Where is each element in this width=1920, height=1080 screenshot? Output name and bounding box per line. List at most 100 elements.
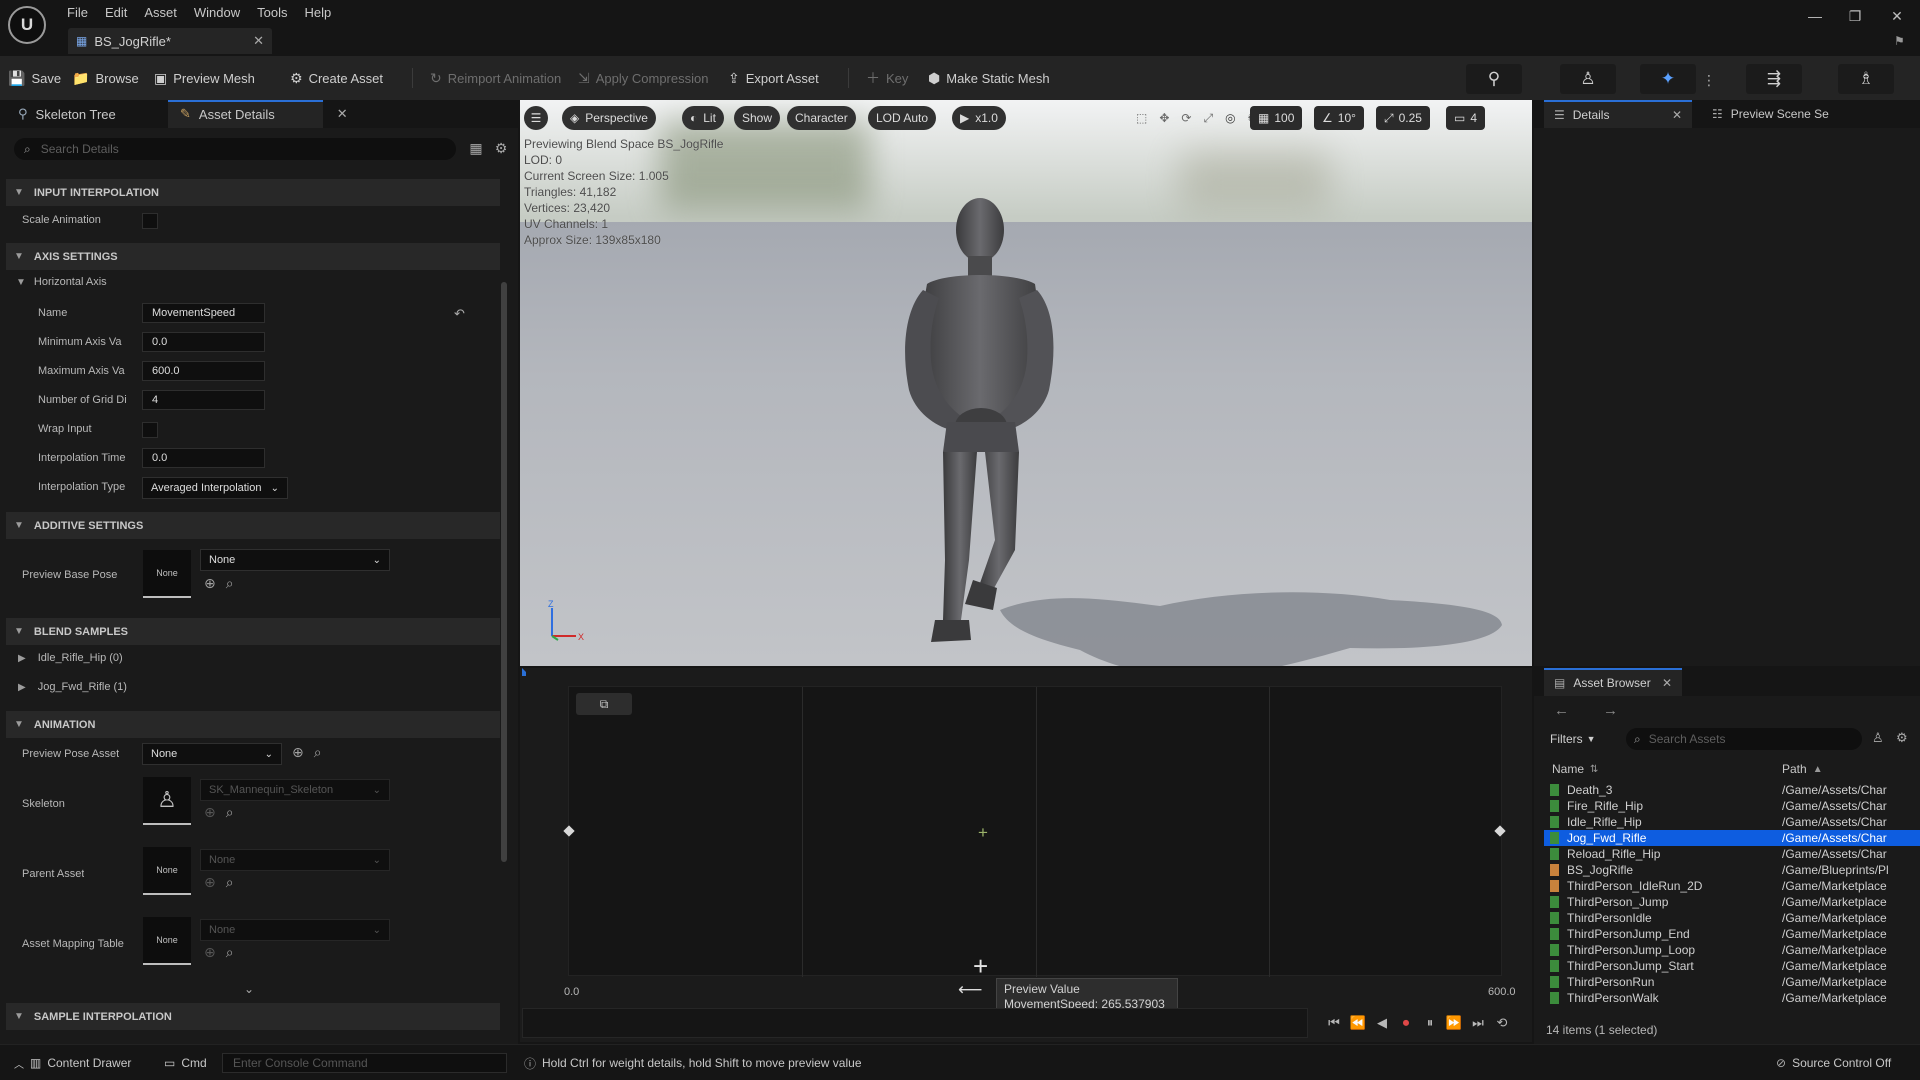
menu-asset[interactable]: Asset [139,5,189,20]
asset-row[interactable]: Reload_Rifle_Hip/Game/Assets/Char [1544,846,1920,862]
parent-asset-thumbnail[interactable]: None [143,847,191,895]
close-window-icon[interactable]: ✕ [1882,8,1912,28]
maximum-axis-value-field[interactable]: 600.0 [142,361,265,381]
use-selected-icon[interactable]: ⊕ [292,744,304,761]
search-assets-input[interactable]: ⌕ Search Assets [1626,728,1862,750]
play-reverse-icon[interactable]: ◀ [1372,1015,1392,1035]
scale-tool-icon[interactable]: ⤢ [1203,111,1213,126]
details-scrollbar[interactable] [501,282,507,862]
camera-speed-button[interactable]: ▭ 4 [1446,106,1486,130]
asset-row[interactable]: Idle_Rifle_Hip/Game/Assets/Char [1544,814,1920,830]
world-local-icon[interactable]: ◎ [1225,111,1235,125]
source-control-button[interactable]: ⊘ Source Control Off [1776,1054,1891,1072]
scale-animation-checkbox[interactable] [142,213,158,229]
asset-row[interactable]: ThirdPerson_IdleRun_2D/Game/Marketplace [1544,878,1920,894]
blueprint-mode-icon[interactable]: ⇶ [1746,64,1802,94]
asset-row[interactable]: Jog_Fwd_Rifle/Game/Assets/Char [1544,830,1920,846]
skip-to-start-icon[interactable]: ⏮ [1324,1015,1344,1035]
skip-to-end-icon[interactable]: ⏭ [1468,1015,1488,1035]
document-tab[interactable]: ▦ BS_JogRifle* ✕ [68,28,272,54]
tab-asset-details[interactable]: ✎ Asset Details ✕ [168,100,360,128]
show-advanced-chevron-icon[interactable]: ⌄ [244,982,254,996]
mesh-mode-icon[interactable]: ♙ [1560,64,1616,94]
asset-row[interactable]: ThirdPersonJump_Loop/Game/Marketplace [1544,942,1920,958]
blend-space-graph[interactable]: + + [563,686,1506,979]
wrap-input-checkbox[interactable] [142,422,158,438]
blend-sample-1[interactable]: ▶ Jog_Fwd_Rifle (1) [18,681,127,693]
menu-file[interactable]: File [62,5,100,20]
horizontal-axis-group[interactable]: ▼ Horizontal Axis [16,276,107,288]
asset-row[interactable]: ThirdPersonWalk/Game/Marketplace [1544,990,1920,1006]
step-back-icon[interactable]: ⏪ [1348,1015,1368,1035]
show-button[interactable]: Show [734,106,781,130]
pause-icon[interactable]: ⏸ [1420,1015,1440,1035]
apply-compression-button[interactable]: ⇲ Apply Compression [578,67,708,89]
menu-help[interactable]: Help [299,5,343,20]
menu-edit[interactable]: Edit [100,5,139,20]
menu-window[interactable]: Window [189,5,252,20]
section-animation[interactable]: ▼ ANIMATION [6,711,500,738]
character-button[interactable]: Character [787,106,856,130]
table-view-icon[interactable]: ▦ [467,140,485,158]
asset-row[interactable]: ThirdPersonIdle/Game/Marketplace [1544,910,1920,926]
viewport-menu-icon[interactable]: ☰ [524,106,548,130]
interpolation-type-dropdown[interactable]: Averaged Interpolation ⌄ [142,477,288,499]
tab-asset-browser[interactable]: ▤ Asset Browser ✕ [1544,668,1682,696]
key-button[interactable]: ＋ Key [866,67,908,89]
browse-search-icon[interactable]: ⌕ [314,744,322,761]
fit-view-button[interactable]: ⧉ [576,693,632,715]
unreal-logo-icon[interactable]: U [8,6,46,44]
browse-search-icon[interactable]: ⌕ [226,575,234,592]
save-button[interactable]: 💾 Save [8,67,61,89]
playback-speed-button[interactable]: ▶ x1.0 [952,106,1006,130]
close-tab-icon[interactable]: ✕ [1672,108,1682,122]
close-tab-icon[interactable]: ✕ [337,106,348,122]
skeleton-mode-icon[interactable]: ⚲ [1466,64,1522,94]
column-path-header[interactable]: Path ▲ [1782,762,1823,776]
preview-pose-asset-dropdown[interactable]: None ⌄ [142,743,282,765]
step-forward-icon[interactable]: ⏩ [1444,1015,1464,1035]
browse-search-icon[interactable]: ⌕ [226,874,234,891]
asset-row[interactable]: ThirdPersonJump_Start/Game/Marketplace [1544,958,1920,974]
tab-details[interactable]: ☰ Details ✕ [1544,100,1692,128]
asset-mapping-table-thumbnail[interactable]: None [143,917,191,965]
restore-icon[interactable]: ❐ [1840,8,1870,28]
translate-tool-icon[interactable]: ✥ [1159,111,1169,125]
settings-gear-icon[interactable]: ⚙ [492,140,510,158]
section-sample-interpolation[interactable]: ▼ SAMPLE INTERPOLATION [6,1003,500,1030]
section-axis-settings[interactable]: ▼ AXIS SETTINGS [6,243,500,270]
section-input-interpolation[interactable]: ▼ INPUT INTERPOLATION [6,179,500,206]
browse-search-icon[interactable]: ⌕ [226,804,234,821]
lod-button[interactable]: LOD Auto [868,106,937,130]
create-asset-button[interactable]: ⚙ Create Asset [290,67,383,89]
asset-row[interactable]: ThirdPersonJump_End/Game/Marketplace [1544,926,1920,942]
settings-gear-icon[interactable]: ⚙ [1896,730,1908,746]
rotation-snap-toggle[interactable]: ∠ 10° [1314,106,1364,130]
content-drawer-button[interactable]: ︿ ▥ Content Drawer [14,1054,131,1072]
tab-skeleton-tree[interactable]: ⚲ Skeleton Tree [6,100,128,128]
loop-icon[interactable]: ⟲ [1492,1015,1512,1035]
blend-sample-0[interactable]: ▶ Idle_Rifle_Hip (0) [18,652,123,664]
preview-viewport[interactable]: ☰ ◈ Perspective ◐ Lit Show Character LOD… [520,100,1532,666]
timeline-bar[interactable] [522,1008,1308,1038]
record-icon[interactable]: ⏺ [1396,1015,1416,1035]
asset-row[interactable]: Death_3/Game/Assets/Char [1544,782,1920,798]
tab-preview-scene-settings[interactable]: ☷ Preview Scene Se [1704,100,1837,128]
export-asset-button[interactable]: ⇪ Export Asset [728,67,819,89]
user-icon[interactable]: ♙ [1872,730,1884,746]
use-selected-icon[interactable]: ⊕ [204,575,216,592]
interpolation-time-field[interactable]: 0.0 [142,448,265,468]
rotate-tool-icon[interactable]: ⟳ [1181,111,1191,125]
physics-mode-icon[interactable]: ♗ [1838,64,1894,94]
filters-button[interactable]: Filters ▼ [1544,728,1602,750]
minimum-axis-value-field[interactable]: 0.0 [142,332,265,352]
scale-snap-toggle[interactable]: ⤢ 0.25 [1376,106,1430,130]
perspective-button[interactable]: ◈ Perspective [562,106,656,130]
asset-row[interactable]: ThirdPersonRun/Game/Marketplace [1544,974,1920,990]
axis-name-field[interactable]: MovementSpeed [142,303,265,323]
preview-base-pose-dropdown[interactable]: None ⌄ [200,549,390,571]
close-tab-icon[interactable]: ✕ [253,33,264,49]
reimport-animation-button[interactable]: ↻ Reimport Animation [430,67,561,89]
select-tool-icon[interactable]: ⬚ [1136,111,1147,125]
close-tab-icon[interactable]: ✕ [1662,676,1672,690]
